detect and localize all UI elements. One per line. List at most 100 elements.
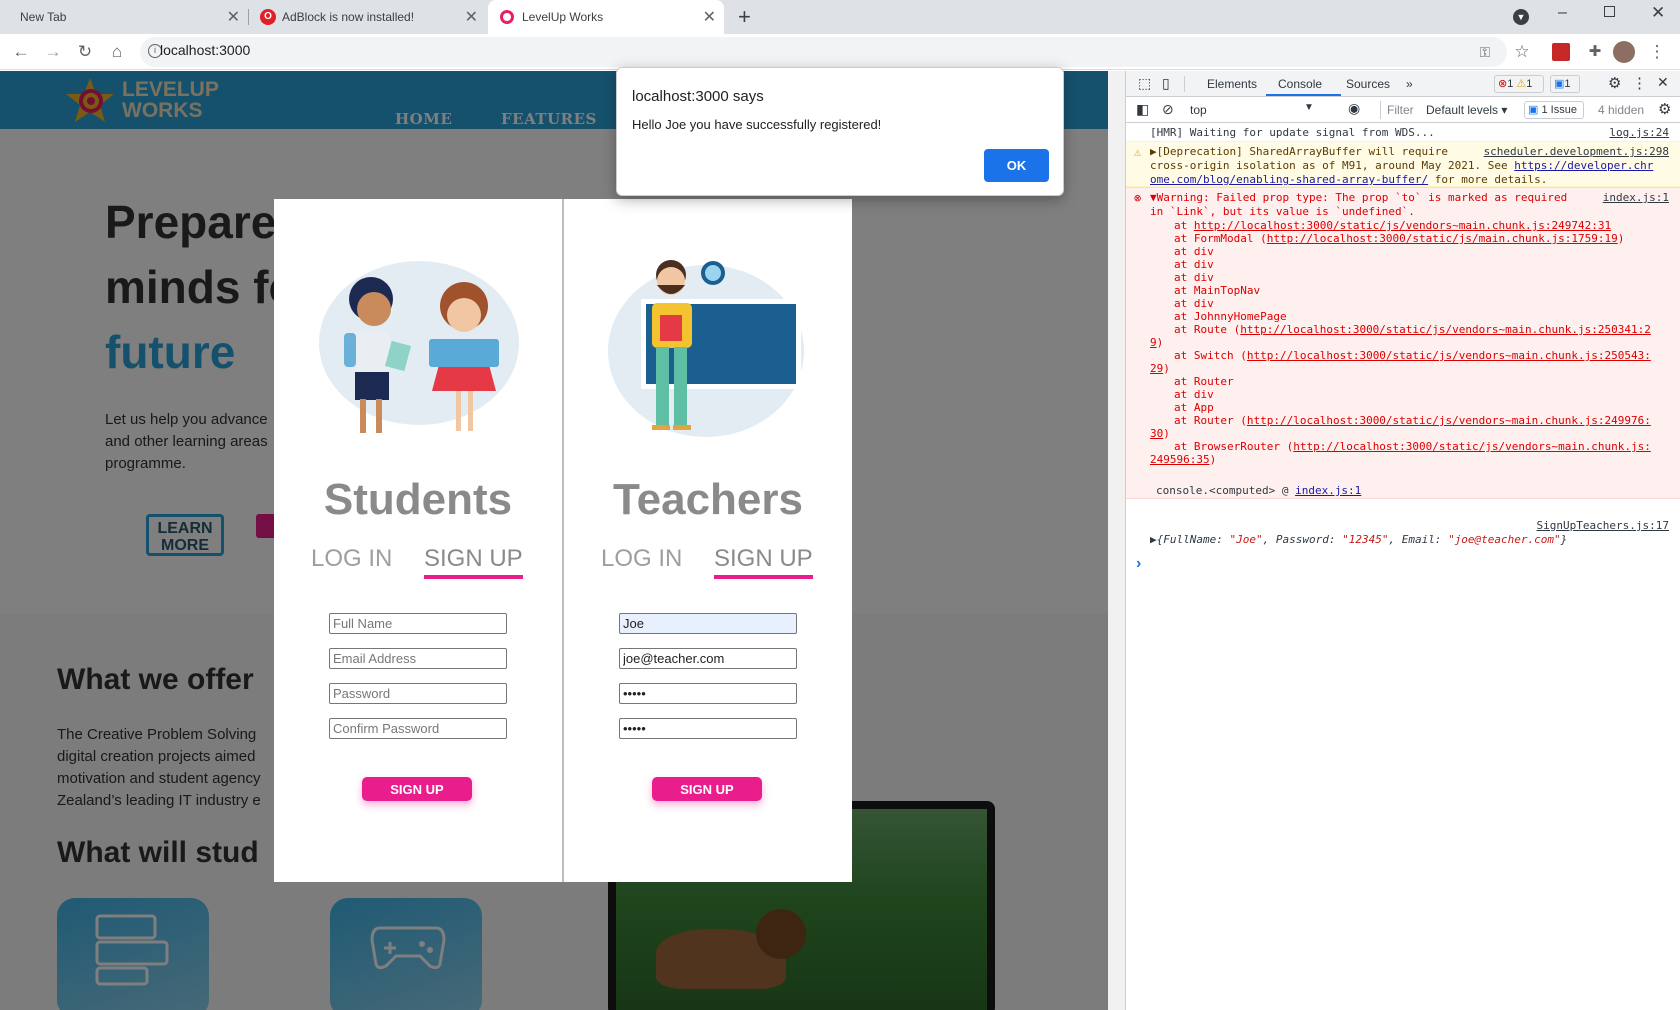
- stack-frame-text: at App: [1174, 401, 1214, 414]
- error-count: 1: [1507, 78, 1514, 90]
- stack-frame: at App: [1174, 401, 1214, 414]
- close-icon[interactable]: ✕: [703, 7, 716, 27]
- console-settings-icon[interactable]: ⚙: [1658, 100, 1671, 118]
- tab-separator: [248, 9, 249, 25]
- devtools-close-icon[interactable]: ✕: [1657, 74, 1669, 91]
- extensions-puzzle-icon[interactable]: ✚: [1583, 40, 1607, 64]
- stack-frame-link[interactable]: http://localhost:3000/static/js/main.chu…: [1267, 232, 1618, 245]
- bookmark-star-icon[interactable]: ☆: [1510, 40, 1534, 64]
- warning-icon: ⚠: [1516, 78, 1527, 90]
- key-icon[interactable]: ⚿: [1473, 40, 1497, 64]
- stack-frame-link[interactable]: http://localhost:3000/static/js/vendors~…: [1247, 349, 1651, 362]
- students-login-tab[interactable]: LOG IN: [311, 545, 392, 573]
- students-signup-button[interactable]: SIGN UP: [362, 777, 472, 801]
- stack-frame-link[interactable]: http://localhost:3000/static/js/vendors~…: [1240, 323, 1651, 336]
- stack-frame: at JohnnyHomePage: [1174, 310, 1287, 323]
- stack-frame: at div: [1174, 258, 1214, 271]
- tab-new-tab[interactable]: New Tab ✕: [10, 0, 248, 34]
- stack-frame-link[interactable]: http://localhost:3000/static/js/vendors~…: [1293, 440, 1651, 453]
- minimize-icon[interactable]: –: [1558, 4, 1567, 22]
- stack-frame-link[interactable]: http://localhost:3000/static/js/vendors~…: [1247, 414, 1651, 427]
- students-confirm-password-input[interactable]: [329, 718, 507, 739]
- tab-title: LevelUp Works: [522, 10, 604, 24]
- teachers-signup-tab[interactable]: SIGN UP: [714, 545, 813, 579]
- stack-frame-text: ): [1156, 336, 1164, 349]
- console-source-link[interactable]: index.js:1: [1603, 191, 1669, 204]
- live-expression-eye-icon[interactable]: ◉: [1348, 100, 1360, 117]
- issues-button[interactable]: ▣ 1 Issue: [1524, 101, 1584, 119]
- students-fullname-input[interactable]: [329, 613, 507, 634]
- restore-icon[interactable]: [1604, 6, 1615, 17]
- stack-frame-link[interactable]: 30: [1150, 427, 1163, 440]
- devtools-tabbar: ⬚ ▯ Elements Console Sources » ⊗1 ⚠1 ▣1 …: [1126, 71, 1680, 97]
- console-message-text: [HMR] Waiting for update signal from WDS…: [1150, 126, 1435, 139]
- back-arrow-icon[interactable]: ←: [9, 40, 33, 64]
- stack-frame-text: at JohnnyHomePage: [1174, 310, 1287, 323]
- home-icon[interactable]: ⌂: [105, 40, 129, 64]
- error-warning-counter[interactable]: ⊗1 ⚠1: [1494, 75, 1544, 93]
- stack-frame: 249596:35): [1150, 453, 1216, 466]
- omnibox[interactable]: i: [140, 37, 1507, 67]
- info-count: 1: [1564, 78, 1571, 90]
- close-icon[interactable]: ✕: [227, 7, 240, 27]
- inspect-element-icon[interactable]: ⬚: [1138, 75, 1151, 92]
- console-source-link[interactable]: scheduler.development.js:298: [1484, 145, 1669, 158]
- students-password-input[interactable]: [329, 683, 507, 704]
- teachers-signup-button[interactable]: SIGN UP: [652, 777, 762, 801]
- tab-strip: New Tab ✕ O AdBlock is now installed! ✕ …: [0, 0, 1680, 34]
- console-url-link[interactable]: index.js:1: [1295, 484, 1361, 497]
- console-url-link[interactable]: https://developer.chr: [1514, 159, 1653, 172]
- teachers-email-input[interactable]: [619, 648, 797, 669]
- devtools-tab-sources[interactable]: Sources: [1346, 77, 1390, 91]
- teachers-login-tab[interactable]: LOG IN: [601, 545, 682, 573]
- stack-frame-link[interactable]: 9: [1150, 336, 1157, 349]
- extension-icon[interactable]: [1552, 43, 1570, 61]
- console-prompt[interactable]: ›: [1126, 555, 1680, 575]
- new-tab-icon[interactable]: +: [738, 4, 751, 30]
- reload-icon[interactable]: ↻: [73, 40, 97, 64]
- console-object[interactable]: ▶{FullName: "Joe", Password: "12345", Em…: [1150, 533, 1567, 546]
- console-text-span: console.<computed> @: [1156, 484, 1296, 497]
- clear-console-icon[interactable]: ⊘: [1162, 101, 1174, 118]
- active-tab-indicator: [1266, 94, 1341, 96]
- stack-frame-link[interactable]: 29: [1150, 362, 1163, 375]
- console-string-value: "12345": [1342, 533, 1389, 546]
- students-signup-tab[interactable]: SIGN UP: [424, 545, 523, 579]
- device-toolbar-icon[interactable]: ▯: [1162, 75, 1170, 92]
- stack-frame: 29): [1150, 362, 1170, 375]
- dropdown-arrow-icon: ▼: [1304, 102, 1314, 113]
- site-scrollbar[interactable]: [1108, 71, 1125, 1010]
- profile-avatar[interactable]: [1613, 41, 1635, 63]
- forward-arrow-icon[interactable]: →: [41, 40, 65, 64]
- alert-ok-button[interactable]: OK: [984, 149, 1049, 182]
- error-icon: ⊗: [1134, 191, 1142, 205]
- teachers-password-input[interactable]: [619, 683, 797, 704]
- console-source-link[interactable]: log.js:24: [1609, 126, 1669, 139]
- devtools-tab-console[interactable]: Console: [1278, 77, 1322, 91]
- console-url-link[interactable]: ome.com/blog/enabling-shared-array-buffe…: [1150, 173, 1428, 186]
- log-levels-dropdown[interactable]: Default levels ▾: [1426, 103, 1507, 117]
- info-counter[interactable]: ▣1: [1550, 75, 1580, 93]
- window-close-icon[interactable]: ✕: [1651, 3, 1665, 23]
- tab-search-icon[interactable]: ▼: [1513, 9, 1529, 25]
- teachers-fullname-input[interactable]: [619, 613, 797, 634]
- kebab-menu-icon[interactable]: ⋮: [1645, 40, 1669, 64]
- more-tabs-icon[interactable]: »: [1406, 77, 1413, 91]
- context-selector[interactable]: top ▼: [1186, 101, 1316, 119]
- settings-gear-icon[interactable]: ⚙: [1608, 74, 1621, 92]
- console-source-link[interactable]: SignUpTeachers.js:17: [1537, 519, 1669, 532]
- students-email-input[interactable]: [329, 648, 507, 669]
- stack-frame-link[interactable]: http://localhost:3000/static/js/vendors~…: [1194, 219, 1611, 232]
- close-icon[interactable]: ✕: [465, 7, 478, 27]
- stack-frame: at MainTopNav: [1174, 284, 1260, 297]
- tab-adblock[interactable]: O AdBlock is now installed! ✕: [250, 0, 486, 34]
- hidden-count: 4 hidden: [1598, 103, 1645, 117]
- teachers-confirm-password-input[interactable]: [619, 718, 797, 739]
- stack-frame-link[interactable]: 249596:35: [1150, 453, 1210, 466]
- sidebar-toggle-icon[interactable]: ◧: [1136, 101, 1149, 118]
- stack-frame: at div: [1174, 297, 1214, 310]
- stack-frame: at div: [1174, 388, 1214, 401]
- tab-levelup-works[interactable]: LevelUp Works ✕: [488, 0, 724, 34]
- devtools-tab-elements[interactable]: Elements: [1207, 77, 1257, 91]
- devtools-menu-icon[interactable]: ⋮: [1632, 74, 1647, 92]
